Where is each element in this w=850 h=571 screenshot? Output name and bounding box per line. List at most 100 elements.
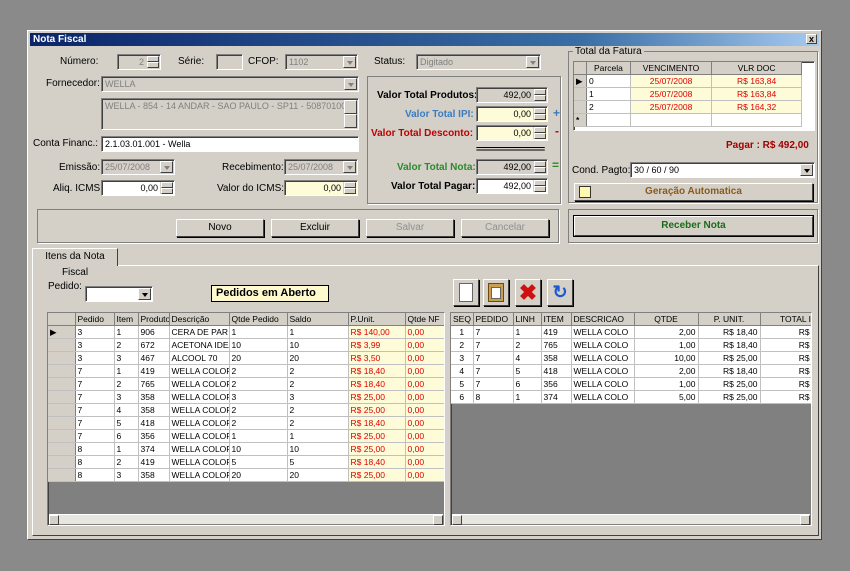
grid-cell[interactable]: 2 [451,338,474,352]
grid-cell[interactable]: 3 [287,390,349,404]
col-punit[interactable]: P.Unit. [348,313,406,326]
grid-cell[interactable]: 0,00 [405,364,444,378]
recebimento-calendar-arrow-icon[interactable] [343,161,356,173]
grid-cell[interactable]: R$ 36,8 [760,325,811,339]
grid-cell[interactable]: 5 [114,416,139,430]
grid-cell[interactable]: 10,00 [634,351,699,365]
table-row[interactable]: 3 2 672 ACETONA IDEA 10 10 R$ 3,99 0,00 [48,338,444,352]
grid-cell[interactable]: R$ 18,40 [348,364,406,378]
grid-cell[interactable]: 7 [75,429,115,443]
table-row[interactable]: 171419WELLA COLO2,00R$ 18,40R$ 36,8 [451,325,811,339]
cfop-dropdown-arrow-icon[interactable] [343,56,356,68]
grid-cell[interactable]: 0,00 [405,468,444,482]
grid-cell[interactable]: 7 [75,364,115,378]
status-select[interactable]: Digitado [416,54,541,70]
scroll-left-icon[interactable] [452,515,462,525]
grid-cell[interactable]: 0,00 [405,351,444,365]
grid-cell[interactable]: R$ 36,8 [760,364,811,378]
grid-cell[interactable]: 8 [75,468,115,482]
cancelar-button[interactable]: Cancelar [461,219,549,237]
col-total[interactable]: TOTAL I [760,313,811,326]
grid-cell[interactable]: 2 [114,455,139,469]
parcela-cell[interactable]: 1 [586,87,631,101]
grid-cell[interactable]: 358 [541,351,572,365]
cond-pagto-dropdown-arrow-icon[interactable] [800,164,813,176]
grid-cell[interactable]: 1 [114,442,139,456]
valor-pagar-spinner[interactable] [533,180,546,192]
col-pedido[interactable]: PEDIDO [473,313,514,326]
grid-cell[interactable]: 7 [473,364,514,378]
col-vlr-doc[interactable]: VLR DOC [711,62,802,75]
valor-ipi-field[interactable]: 0,00 [476,106,548,122]
grid-cell[interactable]: R$ 25,00 [348,442,406,456]
grid-cell[interactable]: 5 [451,377,474,391]
fatura-grid[interactable]: Parcela VENCIMENTO VLR DOC ▶ 0 25/07/2008 R… [573,61,815,131]
grid-cell[interactable]: R$ 18,40 [698,338,761,352]
fornecedor-dropdown-arrow-icon[interactable] [344,78,357,90]
grid-cell[interactable]: 2,00 [634,325,699,339]
grid-cell[interactable]: 356 [541,377,572,391]
grid-cell[interactable]: 0,00 [405,338,444,352]
table-row[interactable]: ▶ 3 1 906 CERA DE PAR 1 1 R$ 140,00 0,00 [48,325,444,339]
fatura-row[interactable]: ▶ 0 25/07/2008 R$ 163,84 [574,74,802,88]
grid-cell[interactable]: 765 [138,377,170,391]
table-row[interactable]: 7 5 418 WELLA COLOR 2 2 R$ 18,40 0,00 [48,416,444,430]
grid-cell[interactable]: 7 [75,416,115,430]
aliq-icms-field[interactable]: 0,00 [101,180,175,196]
grid-cell[interactable]: 2 [287,377,349,391]
grid-cell[interactable]: 2 [287,416,349,430]
grid-cell[interactable]: 4 [451,364,474,378]
table-row[interactable]: 3 3 467 ALCOOL 70 20 20 R$ 3,50 0,00 [48,351,444,365]
vlr-doc-cell[interactable]: R$ 163,84 [711,87,802,101]
valor-icms-spinner[interactable] [343,182,356,194]
vlr-doc-cell[interactable]: R$ 164,32 [711,100,802,114]
itens-horizontal-scrollbar[interactable] [452,514,810,525]
table-row[interactable]: 7 2 765 WELLA COLOR 2 2 R$ 18,40 0,00 [48,377,444,391]
table-row[interactable]: 7 6 356 WELLA COLOR 1 1 R$ 25,00 0,00 [48,429,444,443]
grid-cell[interactable]: 906 [138,325,170,339]
col-linha[interactable]: LINH [513,313,542,326]
grid-cell[interactable]: 418 [541,364,572,378]
grid-cell[interactable]: 5 [229,455,288,469]
grid-cell[interactable]: 10 [287,338,349,352]
grid-cell[interactable]: WELLA COLOR [169,377,230,391]
col-vencimento[interactable]: VENCIMENTO [630,62,713,75]
table-row[interactable]: 576356WELLA COLO1,00R$ 25,00R$ 25,0 [451,377,811,391]
grid-cell[interactable]: 2 [229,364,288,378]
grid-cell[interactable]: 2 [513,338,542,352]
grid-cell[interactable]: 5 [513,364,542,378]
salvar-button[interactable]: Salvar [366,219,454,237]
col-qtde-nf[interactable]: Qtde NF [405,313,444,326]
grid-cell[interactable]: 3 [229,390,288,404]
grid-cell[interactable]: 20 [229,351,288,365]
scroll-up-icon[interactable] [344,100,357,114]
grid-cell[interactable]: R$ 18,4 [760,338,811,352]
grid-cell[interactable]: R$ 18,40 [698,325,761,339]
refresh-icon[interactable]: ↻ [547,279,573,306]
grid-cell[interactable]: 3 [75,351,115,365]
col-qtde-pedido[interactable]: Qtde Pedido [229,313,288,326]
pedidos-horizontal-scrollbar[interactable] [49,514,443,525]
receber-nota-button[interactable]: Receber Nota [574,216,813,236]
grid-cell[interactable]: R$ 140,00 [348,325,406,339]
grid-cell[interactable]: 419 [541,325,572,339]
table-row[interactable]: 374358WELLA COLO10,00R$ 25,00R$ 250, [451,351,811,365]
table-row[interactable]: 7 3 358 WELLA COLOR 3 3 R$ 25,00 0,00 [48,390,444,404]
grid-cell[interactable]: 8 [75,442,115,456]
col-item[interactable]: Item [114,313,139,326]
grid-cell[interactable]: CERA DE PAR [169,325,230,339]
valor-ipi-spinner[interactable] [533,108,546,120]
grid-cell[interactable]: 1 [287,429,349,443]
grid-cell[interactable]: 765 [541,338,572,352]
parcela-cell[interactable]: 2 [586,100,631,114]
valor-pagar-field[interactable]: 492,00 [476,178,548,194]
table-row[interactable]: 8 2 419 WELLA COLOR 5 5 R$ 18,40 0,00 [48,455,444,469]
clipboard-icon[interactable] [483,279,509,306]
scroll-right-icon[interactable] [433,515,443,525]
new-document-icon[interactable] [453,279,479,306]
valor-desconto-spinner[interactable] [533,127,546,139]
cond-pagto-select[interactable]: 30 / 60 / 90 [630,162,815,178]
grid-cell[interactable]: 1 [229,325,288,339]
grid-cell[interactable]: 7 [75,390,115,404]
grid-cell[interactable]: 6 [513,377,542,391]
